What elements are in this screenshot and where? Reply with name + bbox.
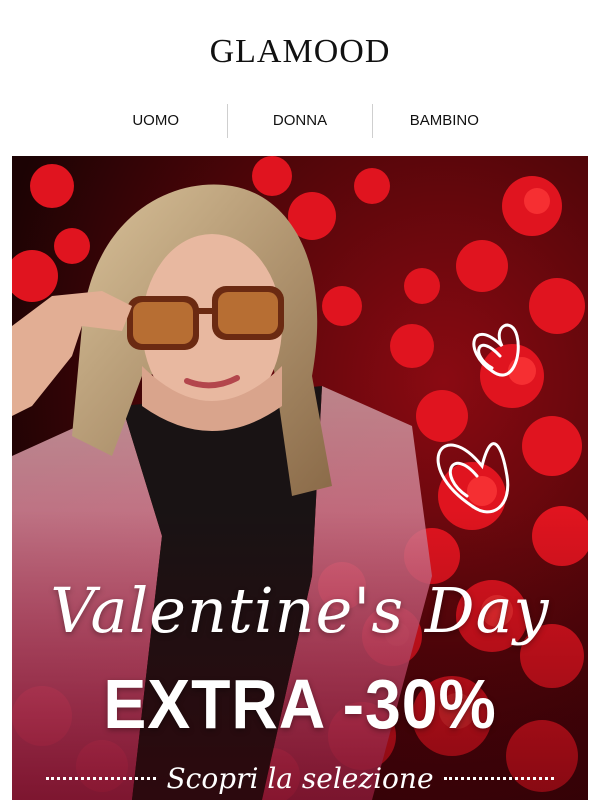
hero-banner[interactable]: Valentine's Day EXTRA -30% Scopri la sel… bbox=[12, 156, 588, 800]
header: GLAMOOD bbox=[0, 0, 600, 94]
dotted-line bbox=[443, 776, 554, 780]
brand-logo[interactable]: GLAMOOD bbox=[0, 30, 600, 74]
cta-label: Scopri la selezione bbox=[166, 761, 434, 795]
nav-item-bambino[interactable]: BAMBINO bbox=[373, 104, 516, 138]
hero-title: Valentine's Day bbox=[50, 574, 550, 647]
main-nav: UOMO DONNA BAMBINO bbox=[84, 104, 516, 138]
nav-item-donna[interactable]: DONNA bbox=[228, 104, 371, 138]
nav-item-uomo[interactable]: UOMO bbox=[84, 104, 227, 138]
shop-selection-button[interactable]: Scopri la selezione bbox=[12, 756, 588, 800]
hero-offer: EXTRA -30% bbox=[103, 665, 497, 743]
dotted-line bbox=[46, 776, 157, 780]
